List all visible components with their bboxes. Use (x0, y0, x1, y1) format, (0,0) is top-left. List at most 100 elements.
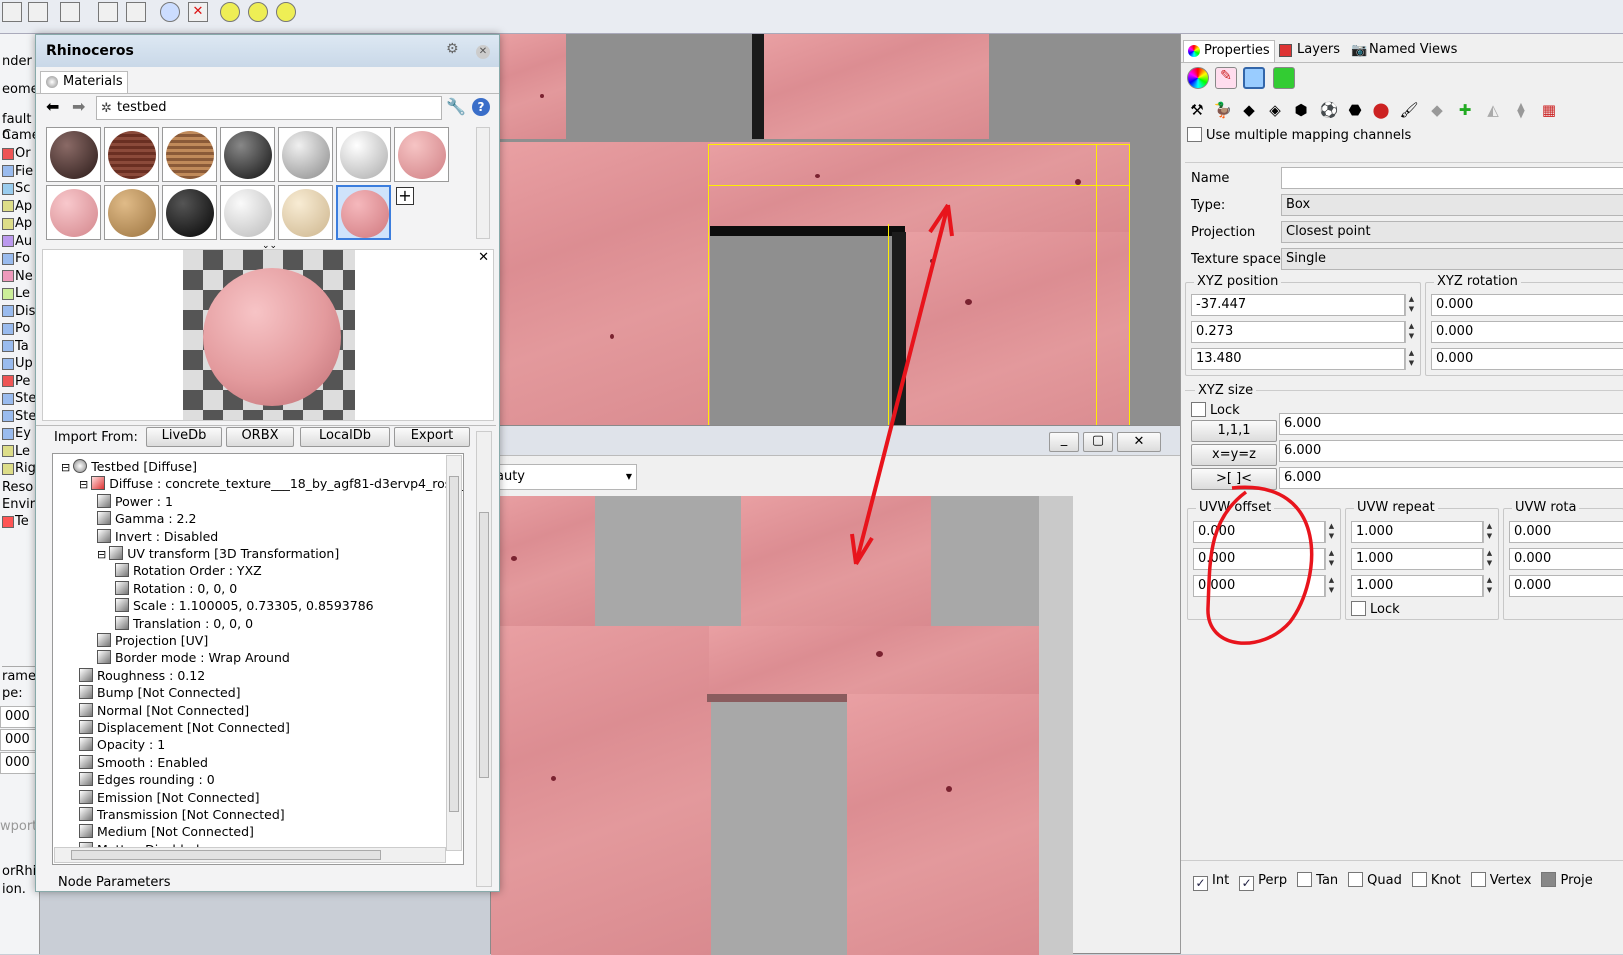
toolbar-icon[interactable] (2, 2, 22, 22)
xyz-position-x[interactable]: -37.447 (1191, 294, 1405, 316)
tree-node[interactable]: Displacement [Not Connected] (79, 719, 290, 736)
scroll-thumb[interactable] (479, 512, 489, 778)
tree-node[interactable]: Opacity : 1 (79, 736, 165, 753)
spin-button[interactable]: ▲ ▼ (1405, 294, 1417, 316)
tree-node[interactable]: ⊟ Testbed [Diffuse] (61, 458, 197, 475)
tree-node[interactable]: Gamma : 2.2 (97, 510, 196, 527)
strip-item[interactable]: Ey (0, 426, 36, 444)
size-fit-button[interactable]: >[ ]< (1191, 468, 1277, 490)
xyz-size-z[interactable]: 6.000 (1279, 467, 1623, 489)
material-swatch[interactable] (46, 127, 101, 182)
strip-item[interactable]: Fie (0, 164, 36, 182)
tree-node[interactable]: Scale : 1.100005, 0.73305, 0.8593786 (115, 597, 374, 614)
material-swatch[interactable] (46, 185, 101, 240)
spin-button[interactable]: ▲ ▼ (1483, 575, 1495, 597)
size-uniform-button[interactable]: x=y=z (1191, 444, 1277, 466)
material-swatch[interactable] (220, 185, 275, 240)
checkbox[interactable] (1348, 872, 1364, 887)
material-swatch[interactable] (394, 127, 449, 182)
bulb-icon[interactable] (248, 2, 268, 22)
tree-node[interactable]: Rotation Order : YXZ (115, 562, 262, 579)
tree-node[interactable]: Invert : Disabled (97, 528, 218, 545)
xyz-rotation-x[interactable]: 0.000 (1431, 294, 1623, 316)
import-livedb-button[interactable]: LiveDb (146, 427, 222, 447)
material-swatch[interactable] (104, 127, 159, 182)
wrench-icon[interactable]: 🔧 (446, 97, 466, 116)
uvw-rotation-u[interactable]: 0.000 (1509, 521, 1623, 543)
xyz-size-y[interactable]: 6.000 (1279, 440, 1623, 462)
node-tree[interactable]: ⊟ Testbed [Diffuse] ⊟ Diffuse : concrete_te… (52, 453, 464, 865)
export-button[interactable]: Export (394, 427, 470, 447)
uvw-repeat-v[interactable]: 1.000 (1351, 548, 1483, 570)
tree-node[interactable]: Border mode : Wrap Around (97, 649, 290, 666)
tree-node[interactable]: ⊟ UV transform [3D Transformation] (97, 545, 339, 562)
surface-mapping-icon[interactable]: ⬤ (1371, 100, 1391, 120)
tree-scrollbar[interactable] (446, 455, 462, 851)
tree-node[interactable]: Rotation : 0, 0, 0 (115, 580, 237, 597)
forward-arrow-icon[interactable]: ➡ (72, 97, 85, 116)
help-icon[interactable]: ? (472, 98, 490, 116)
tree-node[interactable]: Smooth : Enabled (79, 754, 208, 771)
strip-item[interactable]: Ta (0, 339, 36, 357)
delete-icon[interactable]: ✕ (188, 2, 208, 22)
strip-item[interactable]: Sc (0, 181, 36, 199)
uvw-offset-w[interactable]: 0.000 (1193, 575, 1325, 597)
tab-layers[interactable]: Layers (1279, 42, 1340, 57)
globe-icon[interactable] (160, 2, 180, 22)
strip-item[interactable]: Fo (0, 251, 36, 269)
checker-icon[interactable]: ▦ (1539, 100, 1559, 120)
param-field[interactable]: 000 (0, 729, 39, 751)
add-material-button[interactable]: + (396, 187, 414, 205)
spin-button[interactable]: ▲ ▼ (1483, 548, 1495, 570)
tree-node[interactable]: Transmission [Not Connected] (79, 806, 285, 823)
material-swatch[interactable] (220, 127, 275, 182)
size-reset-button[interactable]: 1,1,1 (1191, 420, 1277, 442)
spin-button[interactable]: ▲ ▼ (1325, 548, 1337, 570)
toolbar-icon[interactable] (98, 2, 118, 22)
back-arrow-icon[interactable]: ⬅ (46, 97, 59, 116)
xyz-size-lock[interactable]: Lock (1191, 402, 1240, 418)
maximize-button[interactable]: ▢ (1083, 432, 1113, 452)
strip-item[interactable]: Au (0, 234, 36, 252)
tree-node[interactable]: ⊟ Diffuse : concrete_texture___18_by_agf8… (79, 475, 463, 492)
toolbar-icon[interactable] (28, 2, 48, 22)
spin-button[interactable]: ▲ ▼ (1483, 521, 1495, 543)
object-properties-icon[interactable] (1187, 67, 1209, 89)
duck-icon[interactable]: 🦆 (1213, 100, 1233, 120)
uvw-repeat-w[interactable]: 1.000 (1351, 575, 1483, 597)
tree-node[interactable]: Projection [UV] (97, 632, 208, 649)
material-swatch[interactable] (278, 127, 333, 182)
collapse-icon[interactable]: ⊟ (97, 548, 106, 561)
toolbar-icon[interactable] (60, 2, 80, 22)
strip-item[interactable]: Dis (0, 304, 36, 322)
tree-hscrollbar[interactable] (54, 847, 446, 863)
material-icon[interactable]: ✎ (1215, 67, 1237, 89)
viewport-button[interactable]: wport (0, 819, 37, 834)
tab-named-views[interactable]: 📷 Named Views (1351, 42, 1457, 58)
bulb-icon[interactable] (276, 2, 296, 22)
tree-node[interactable]: Emission [Not Connected] (79, 789, 260, 806)
tree-node[interactable]: Edges rounding : 0 (79, 771, 215, 788)
osnap-knot[interactable]: Knot (1411, 872, 1461, 888)
strip-item[interactable]: Le (0, 286, 36, 304)
gumball-icon[interactable]: ✚ (1455, 100, 1475, 120)
strip-item[interactable]: Ste (0, 409, 36, 427)
xyz-position-z[interactable]: 13.480 (1191, 348, 1405, 370)
spin-button[interactable]: ▲ ▼ (1325, 575, 1337, 597)
collapse-icon[interactable]: ⊟ (79, 478, 88, 491)
tree-node[interactable]: Roughness : 0.12 (79, 667, 205, 684)
uvw-repeat-lock[interactable]: Lock (1351, 601, 1400, 617)
uvw-repeat-u[interactable]: 1.000 (1351, 521, 1483, 543)
xyz-rotation-y[interactable]: 0.000 (1431, 321, 1623, 343)
flatten-icon[interactable]: ◭ (1483, 100, 1503, 120)
material-swatch[interactable] (278, 185, 333, 240)
tree-node[interactable]: Power : 1 (97, 493, 173, 510)
swatch-scrollbar[interactable] (476, 127, 490, 239)
strip-item[interactable]: Po (0, 321, 36, 339)
material-swatch[interactable] (162, 185, 217, 240)
checkbox[interactable] (1411, 872, 1427, 887)
tree-node[interactable]: Normal [Not Connected] (79, 702, 249, 719)
xyz-size-x[interactable]: 6.000 (1279, 413, 1623, 435)
strip-item[interactable]: Le (0, 444, 36, 462)
tree-node[interactable]: Medium [Not Connected] (79, 823, 254, 840)
